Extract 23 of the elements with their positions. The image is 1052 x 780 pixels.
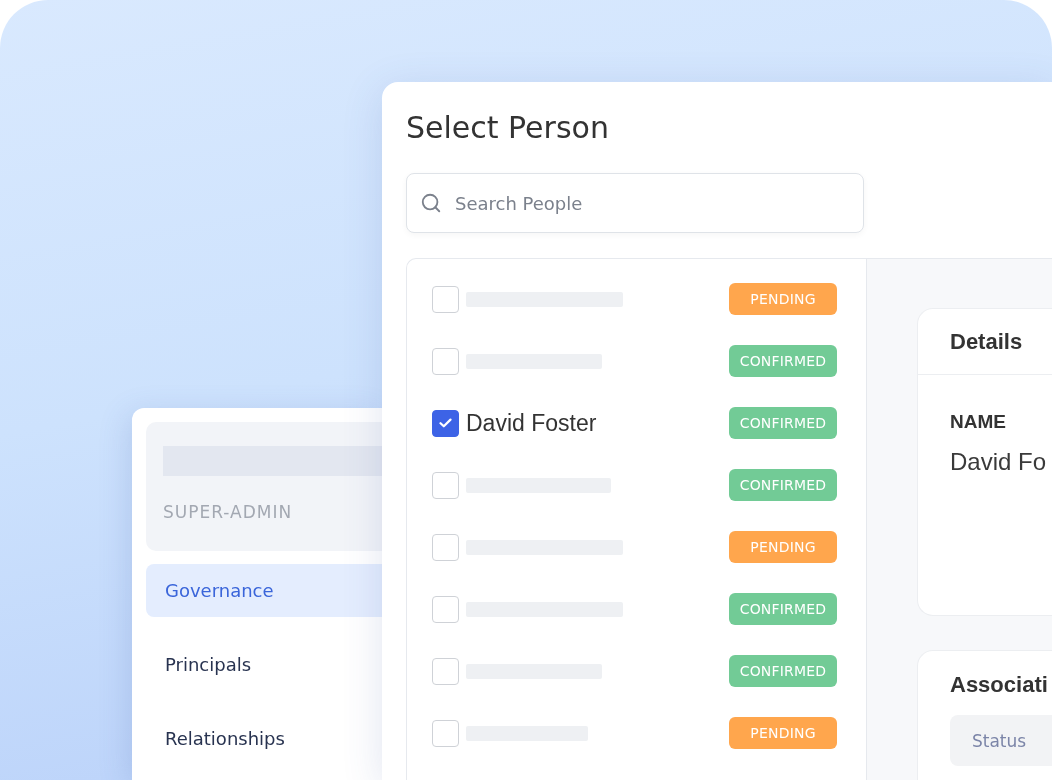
search-icon xyxy=(420,192,442,214)
status-tag: CONFIRMED xyxy=(729,593,837,625)
status-tag: PENDING xyxy=(729,531,837,563)
nav-item[interactable]: Relationships xyxy=(146,712,382,765)
nav-item[interactable]: Principals xyxy=(146,638,382,691)
status-tag: PENDING xyxy=(729,283,837,315)
checkbox[interactable] xyxy=(432,409,459,437)
search-field[interactable]: Search People xyxy=(406,173,864,233)
status-tag: CONFIRMED xyxy=(729,469,837,501)
nav-item[interactable]: Governance xyxy=(146,564,382,617)
status-tag: CONFIRMED xyxy=(729,407,837,439)
status-tag: CONFIRMED xyxy=(729,655,837,687)
role-label: SUPER-ADMIN xyxy=(163,501,293,523)
field-value: David Fo xyxy=(950,447,1047,477)
card-title: Details xyxy=(950,328,1023,355)
person-name: David Foster xyxy=(466,409,597,437)
column-header: Status xyxy=(950,715,1052,766)
status-tag: CONFIRMED xyxy=(729,345,837,377)
dialog-title: Select Person xyxy=(406,110,609,146)
status-tag: PENDING xyxy=(729,717,837,749)
card-title: Associati xyxy=(950,672,1048,698)
field-label: NAME xyxy=(950,410,1006,434)
check-icon xyxy=(439,418,452,428)
